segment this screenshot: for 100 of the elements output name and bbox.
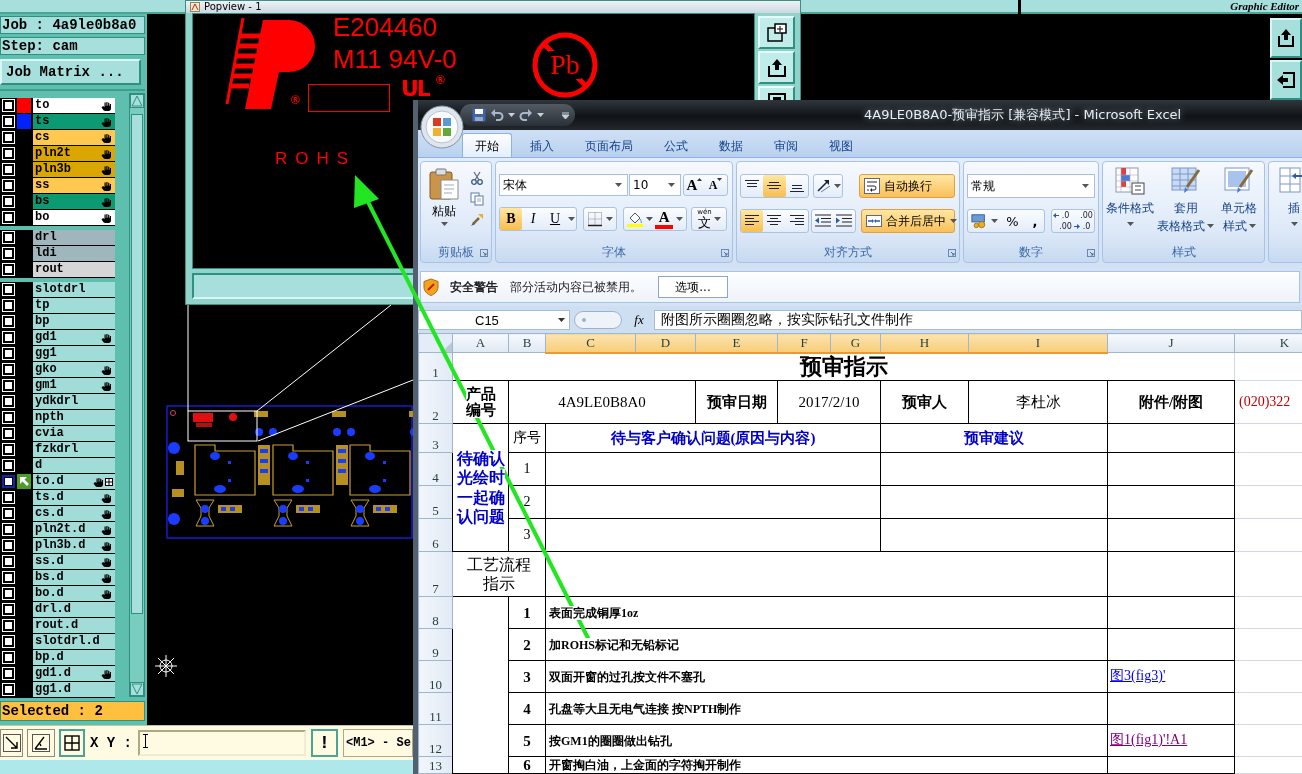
layer-checkbox[interactable]: [2, 475, 15, 488]
column-header[interactable]: C: [545, 333, 636, 353]
job-matrix-button[interactable]: Job Matrix ...: [0, 59, 141, 85]
layer-item[interactable]: rout: [33, 262, 115, 277]
layer-checkbox[interactable]: [2, 683, 15, 696]
row-header[interactable]: 2: [418, 380, 453, 424]
splitter-handle-icon[interactable]: [574, 311, 622, 329]
layer-item[interactable]: slotdrl: [33, 282, 115, 297]
grid-button[interactable]: [59, 729, 85, 757]
copy-icon[interactable]: [470, 192, 484, 206]
layer-item[interactable]: d: [33, 458, 115, 473]
options-button[interactable]: 选项...: [658, 276, 728, 298]
layer-item[interactable]: ss: [33, 178, 115, 193]
window-button[interactable]: [758, 16, 795, 49]
layer-checkbox[interactable]: [2, 555, 15, 568]
layer-checkbox[interactable]: [2, 443, 15, 456]
column-header[interactable]: K: [1234, 333, 1302, 353]
zoom-button[interactable]: [0, 729, 23, 757]
scroll-up-icon[interactable]: [130, 94, 144, 108]
column-header[interactable]: D: [635, 333, 696, 353]
alert-button[interactable]: !: [311, 729, 338, 757]
font-size-field[interactable]: 10: [629, 174, 681, 196]
comma-button[interactable]: ,: [1026, 213, 1043, 229]
fill-bucket-icon[interactable]: [627, 211, 644, 227]
layer-item[interactable]: bp.d: [33, 650, 115, 665]
orientation-button[interactable]: [813, 174, 843, 198]
layer-item[interactable]: ts.d: [33, 490, 115, 505]
caret-icon[interactable]: [990, 219, 998, 223]
layer-checkbox[interactable]: [2, 635, 15, 648]
layer-item[interactable]: bo.d: [33, 586, 115, 601]
column-header[interactable]: G: [830, 333, 881, 353]
style-button[interactable]: 条件格式: [1106, 167, 1154, 243]
dialog-launcher-icon[interactable]: [1087, 249, 1095, 257]
dialog-launcher-icon[interactable]: [721, 249, 729, 257]
decimal-button[interactable]: .0 .00: [1052, 210, 1073, 232]
layer-checkbox[interactable]: [2, 427, 15, 440]
increase-indent-icon[interactable]: [836, 213, 853, 229]
layer-checkbox[interactable]: [2, 459, 15, 472]
layer-checkbox[interactable]: [2, 571, 15, 584]
column-header[interactable]: F: [777, 333, 831, 353]
layer-item[interactable]: drl: [33, 230, 115, 245]
row-header[interactable]: 8: [418, 596, 453, 629]
layer-item[interactable]: pln2t: [33, 146, 115, 161]
layer-checkbox[interactable]: [2, 147, 15, 160]
caret-icon[interactable]: [508, 113, 515, 117]
layer-item[interactable]: gg1.d: [33, 682, 115, 697]
hyperlink[interactable]: 图3(fig3)': [1110, 668, 1166, 683]
layer-item[interactable]: gd1.d: [33, 666, 115, 681]
row-header[interactable]: 10: [418, 660, 453, 693]
column-header[interactable]: J: [1107, 333, 1235, 353]
insert-function-button[interactable]: fx: [628, 310, 650, 330]
layer-item[interactable]: to: [33, 98, 115, 113]
layer-checkbox[interactable]: [2, 211, 15, 224]
hyperlink[interactable]: 图1(fig1)'!A1: [1110, 732, 1188, 747]
ribbon-tab[interactable]: 页面布局: [572, 133, 646, 157]
grow-font-button[interactable]: A: [684, 175, 705, 195]
column-header[interactable]: E: [695, 333, 778, 353]
ribbon-tab[interactable]: 审阅: [761, 133, 811, 157]
layer-item[interactable]: bp: [33, 314, 115, 329]
wrap-text-button[interactable]: 自动换行: [859, 174, 955, 198]
coordinate-input[interactable]: [138, 730, 306, 756]
layer-item[interactable]: to.d: [33, 474, 115, 489]
layer-item[interactable]: ydkdrl: [33, 394, 115, 409]
decrease-indent-icon[interactable]: [814, 213, 831, 229]
layer-checkbox[interactable]: [2, 263, 15, 276]
frame-button[interactable]: [758, 86, 795, 100]
layer-item[interactable]: ss.d: [33, 554, 115, 569]
layer-checkbox[interactable]: [2, 379, 15, 392]
formula-field[interactable]: 附图所示圈圈忽略，按实际钻孔文件制作: [654, 310, 1302, 330]
layer-item[interactable]: gd1: [33, 330, 115, 345]
layer-checkbox[interactable]: [2, 247, 15, 260]
layer-item[interactable]: gg1: [33, 346, 115, 361]
number-format-field[interactable]: 常规: [967, 174, 1095, 198]
layer-item[interactable]: rout.d: [33, 618, 115, 633]
paste-button[interactable]: 粘贴: [424, 165, 464, 243]
layer-checkbox[interactable]: [2, 99, 15, 112]
row-header[interactable]: 9: [418, 628, 453, 661]
column-header[interactable]: A: [452, 333, 509, 353]
customize-caret-icon[interactable]: [562, 111, 569, 119]
paintbrush-icon[interactable]: [470, 213, 484, 227]
layer-item[interactable]: fzkdrl: [33, 442, 115, 457]
save-icon[interactable]: [472, 108, 486, 122]
ribbon-tab[interactable]: 公式: [651, 133, 701, 157]
layer-checkbox[interactable]: [2, 347, 15, 360]
row-header[interactable]: 4: [418, 452, 453, 486]
layer-item[interactable]: bs: [33, 194, 115, 209]
layer-item[interactable]: pln3b: [33, 162, 115, 177]
scrollbar[interactable]: [129, 93, 145, 697]
shrink-font-button[interactable]: A: [705, 175, 726, 195]
layer-item[interactable]: drl.d: [33, 602, 115, 617]
angle-button[interactable]: [27, 729, 55, 757]
layer-item[interactable]: cs: [33, 130, 115, 145]
ribbon-tab[interactable]: 开始: [462, 133, 512, 157]
ribbon-tab[interactable]: 视图: [816, 133, 866, 157]
layer-checkbox[interactable]: [2, 299, 15, 312]
redo-icon[interactable]: [519, 108, 533, 122]
layer-item[interactable]: tp: [33, 298, 115, 313]
name-box[interactable]: C15: [418, 310, 570, 330]
row-header[interactable]: 6: [418, 518, 453, 552]
layer-item[interactable]: pln3b.d: [33, 538, 115, 553]
